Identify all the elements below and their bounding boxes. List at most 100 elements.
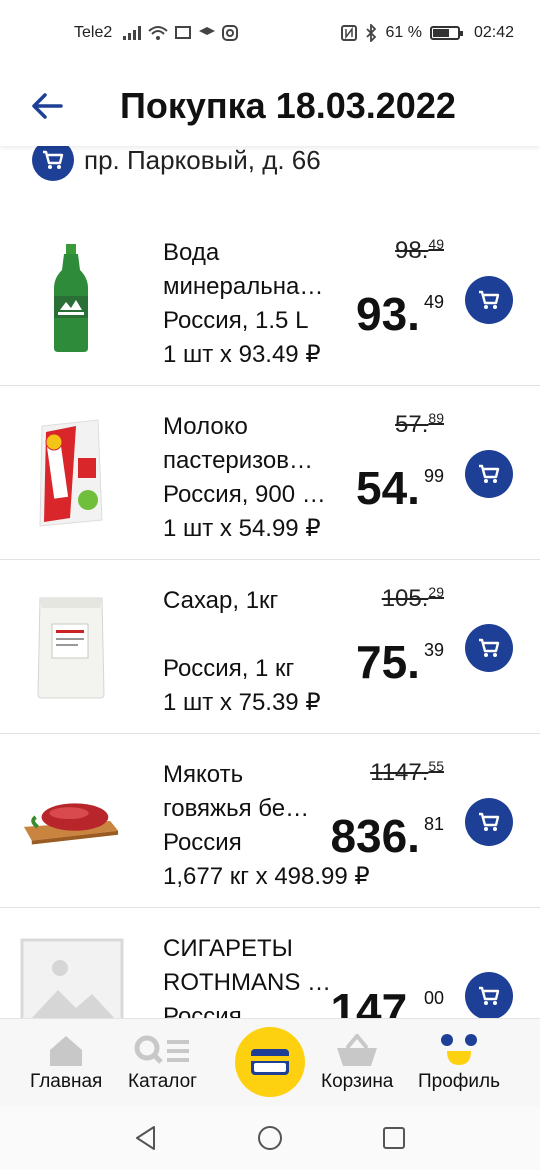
bluetooth-icon [366, 24, 377, 42]
tab-catalog-label: Каталог [128, 1071, 198, 1092]
store-address: пр. Парковый, д. 66 [84, 144, 321, 175]
nfc-icon [341, 25, 358, 41]
tab-profile-label: Профиль [418, 1071, 501, 1092]
item-quantity: 1 шт x 93.49 ₽ [163, 341, 321, 368]
profile-face-icon [437, 1033, 481, 1069]
item-info: Молоко пастеризов… Россия, 900 … 1 шт x … [163, 410, 343, 546]
item-name-line1: Вода [163, 239, 220, 266]
item-name-line2 [163, 618, 343, 652]
clock: 02:42 [473, 24, 514, 41]
item-name-line2: пастеризов… [163, 447, 313, 474]
new-price: 836. 81 [330, 796, 444, 864]
tab-home[interactable]: Главная [30, 1033, 102, 1093]
header: Покупка 18.03.2022 [0, 66, 540, 146]
new-price: 54. 99 [356, 448, 444, 516]
list-item[interactable]: Сахар, 1кг Россия, 1 кг 1 шт x 75.39 ₽ 1… [0, 560, 540, 734]
item-quantity: 1 шт x 75.39 ₽ [163, 689, 321, 716]
new-price-frac: 81 [423, 814, 444, 834]
old-price-int: 98. [395, 237, 429, 264]
page-title: Покупка 18.03.2022 [120, 85, 456, 126]
new-price-int: 75. [356, 636, 420, 688]
old-price-frac: 49 [428, 236, 444, 252]
new-price-frac: 00 [423, 988, 444, 1008]
list-item[interactable]: Молоко пастеризов… Россия, 900 … 1 шт x … [0, 386, 540, 560]
item-origin: Россия, 1.5 L [163, 307, 309, 334]
item-quantity: 1 шт x 54.99 ₽ [163, 515, 321, 542]
new-price-int: 836. [330, 810, 420, 862]
nav-back-button[interactable] [129, 1121, 163, 1155]
catalog-search-icon [133, 1033, 193, 1069]
add-to-cart-button[interactable] [465, 276, 513, 324]
purchase-items-list: Вода минеральна… Россия, 1.5 L 1 шт x 93… [0, 212, 540, 1082]
item-name-line2: говяжья бе… [163, 795, 310, 822]
card-icon [251, 1049, 289, 1075]
square-recents-icon [383, 1127, 405, 1149]
tab-profile[interactable]: Профиль [418, 1033, 500, 1093]
nav-recents-button[interactable] [377, 1121, 411, 1155]
item-info: Вода минеральна… Россия, 1.5 L 1 шт x 93… [163, 236, 343, 372]
status-bar: Tele2 61 % 02:42 [0, 0, 540, 66]
signal-icon [123, 26, 142, 40]
item-name-line2: ROTHMANS … [163, 969, 331, 996]
wifi-icon [148, 26, 168, 40]
back-arrow-icon [32, 93, 63, 119]
status-right: 61 % 02:42 [341, 24, 514, 42]
back-button[interactable] [22, 81, 72, 131]
app-icon [199, 27, 216, 35]
new-price-frac: 49 [423, 292, 444, 312]
new-price: 75. 39 [356, 622, 444, 690]
item-quantity: 1,677 кг x 498.99 ₽ [163, 863, 370, 890]
old-price-frac: 89 [428, 410, 444, 426]
battery-icon [429, 26, 463, 40]
tab-catalog[interactable]: Каталог [128, 1033, 197, 1093]
basket-icon [335, 1033, 379, 1069]
add-to-cart-button[interactable] [465, 624, 513, 672]
cart-icon [479, 464, 500, 483]
old-price: 57.89 [395, 410, 444, 439]
cast-icon [175, 26, 192, 39]
system-nav-bar [0, 1106, 540, 1170]
nav-home-button[interactable] [253, 1121, 287, 1155]
status-icons [122, 25, 239, 41]
cart-icon [479, 638, 500, 657]
instagram-icon [222, 25, 239, 41]
sugar-bag-image [20, 582, 122, 712]
old-price: 105.29 [382, 584, 444, 613]
store-address-row: пр. Парковый, д. 66 [32, 139, 321, 181]
cart-icon [479, 812, 500, 831]
new-price-int: 54. [356, 462, 420, 514]
tab-cart[interactable]: Корзина [321, 1033, 393, 1093]
cart-icon [479, 986, 500, 1005]
triangle-back-icon [136, 1126, 155, 1150]
tab-home-label: Главная [30, 1071, 103, 1092]
add-to-cart-button[interactable] [465, 798, 513, 846]
add-to-cart-button[interactable] [465, 450, 513, 498]
new-price: 93. 49 [356, 274, 444, 342]
water-bottle-image [20, 234, 122, 364]
item-name-line1: СИГАРЕТЫ [163, 935, 293, 962]
battery-percent: 61 % [385, 24, 422, 41]
new-price-frac: 39 [423, 640, 444, 660]
bottom-tab-bar: Главная Каталог Корзина Профиль [0, 1018, 540, 1106]
list-item[interactable]: Мякоть говяжья бе… Россия 1,677 кг x 498… [0, 734, 540, 908]
old-price-int: 57. [395, 411, 429, 438]
old-price-int: 105. [381, 585, 429, 612]
old-price: 98.49 [395, 236, 444, 265]
old-price-frac: 55 [428, 758, 444, 774]
item-origin: Россия, 1 кг [163, 655, 295, 682]
new-price-frac: 99 [423, 466, 444, 486]
status-left: Tele2 [74, 24, 239, 42]
item-origin: Россия [163, 829, 242, 856]
old-price-int: 1147. [370, 759, 429, 786]
item-name-line1: Сахар, 1кг [163, 587, 279, 614]
item-origin: Россия, 900 … [163, 481, 326, 508]
tab-cart-label: Корзина [321, 1071, 394, 1092]
add-to-cart-button[interactable] [465, 972, 513, 1020]
item-name-line1: Молоко [163, 413, 248, 440]
home-icon [48, 1033, 84, 1069]
list-item[interactable]: Вода минеральна… Россия, 1.5 L 1 шт x 93… [0, 212, 540, 386]
item-info: Сахар, 1кг Россия, 1 кг 1 шт x 75.39 ₽ [163, 584, 343, 720]
circle-home-icon [258, 1126, 282, 1150]
cart-icon [479, 290, 500, 309]
loyalty-card-button[interactable] [235, 1027, 305, 1097]
